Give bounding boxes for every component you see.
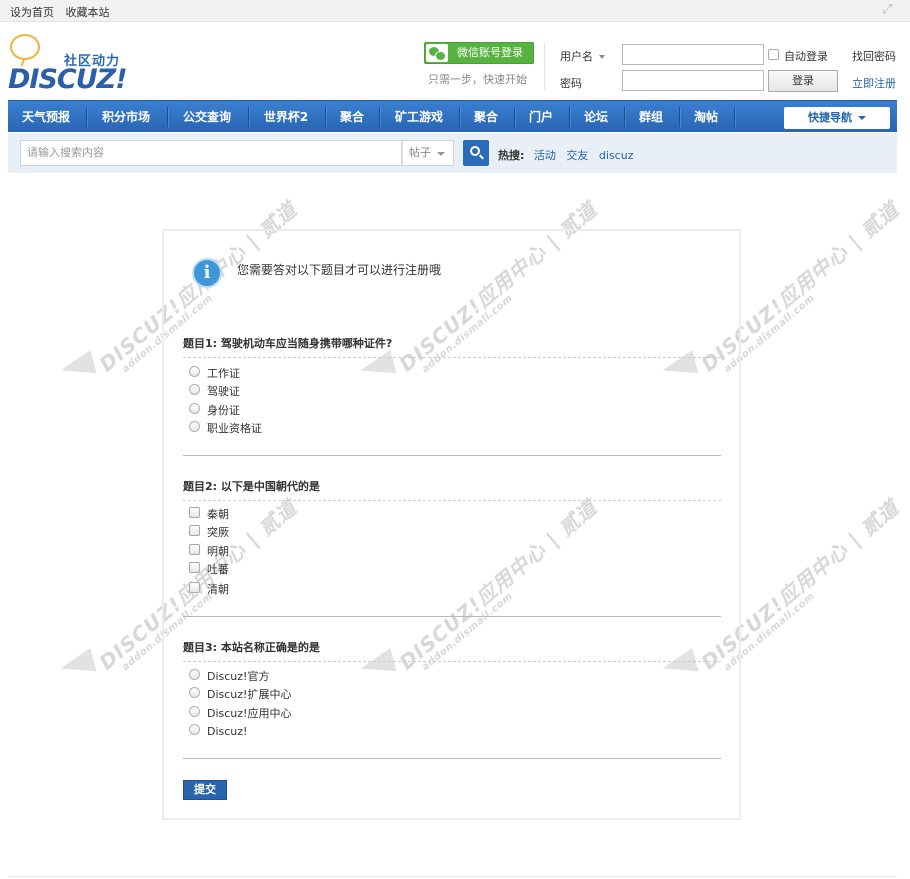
login-button[interactable]: 登录 [768, 70, 838, 92]
hot-search-label: 热搜: [498, 149, 525, 162]
header-divider [544, 42, 545, 90]
register-link[interactable]: 立即注册 [852, 75, 896, 91]
logo-brand: DISCUZ! [8, 64, 128, 95]
search-bar: 请输入搜索内容 帖子 热搜: 活动 交友 discuz [8, 133, 897, 173]
nav-item-points-market[interactable]: 积分市场 [88, 101, 164, 133]
question-title: 题目1: 驾驶机动车应当随身携带哪种证件? [183, 335, 721, 358]
checkbox[interactable] [189, 507, 200, 518]
radio-button[interactable] [189, 421, 200, 432]
search-type-select[interactable]: 帖子 [402, 140, 454, 166]
main-nav: 天气预报 积分市场 公交查询 世界杯2 聚合 矿工游戏 聚合 门户 论坛 群组 … [8, 100, 897, 132]
radio-button[interactable] [189, 669, 200, 680]
radio-button[interactable] [189, 366, 200, 377]
nav-item-forum[interactable]: 论坛 [571, 101, 621, 133]
auto-login-checkbox[interactable] [768, 49, 779, 60]
favorite-link[interactable]: 收藏本站 [66, 6, 110, 19]
top-links: 设为首页 收藏本站 [10, 4, 118, 20]
radio-button[interactable] [189, 724, 200, 735]
nav-item-aggregate-2[interactable]: 聚合 [461, 101, 511, 133]
watermark-arrow-icon [57, 350, 97, 382]
hot-keyword[interactable]: 活动 [534, 149, 556, 162]
notice-text: 您需要答对以下题目才可以进行注册哦 [237, 263, 442, 277]
search-input[interactable]: 请输入搜索内容 [20, 140, 402, 166]
register-question-panel: i 您需要答对以下题目才可以进行注册哦 题目1: 驾驶机动车应当随身携带哪种证件… [162, 229, 741, 820]
nav-item-weather[interactable]: 天气预报 [8, 101, 84, 133]
checkbox[interactable] [189, 582, 200, 593]
footer-divider [8, 876, 897, 877]
question-divider [183, 616, 721, 617]
radio-button[interactable] [189, 706, 200, 717]
username-label: 用户名 [560, 50, 593, 63]
nav-item-bus[interactable]: 公交查询 [169, 101, 245, 133]
nav-item-group[interactable]: 群组 [626, 101, 676, 133]
expand-icon[interactable]: ⤢ [882, 3, 896, 17]
search-button[interactable] [463, 140, 489, 166]
set-home-link[interactable]: 设为首页 [10, 6, 54, 19]
search-type-value: 帖子 [409, 146, 431, 159]
submit-button[interactable]: 提交 [183, 780, 227, 800]
site-logo[interactable]: 社区动力 DISCUZ! [8, 34, 138, 95]
chevron-down-icon [437, 152, 445, 156]
top-bar: 设为首页 收藏本站 ⤢ [0, 0, 910, 22]
wechat-login-button[interactable]: 微信账号登录 [424, 42, 534, 64]
wechat-login-label: 微信账号登录 [457, 46, 523, 59]
nav-item-worldcup[interactable]: 世界杯2 [250, 101, 322, 133]
quick-nav-button[interactable]: 快捷导航 [784, 107, 890, 129]
hot-keyword[interactable]: discuz [599, 149, 634, 162]
info-icon: i [192, 258, 222, 288]
watermark-arrow-icon [57, 648, 97, 680]
nav-item-aggregate-1[interactable]: 聚合 [327, 101, 377, 133]
nav-item-portal[interactable]: 门户 [516, 101, 566, 133]
wechat-tip: 只需一步，快速开始 [428, 73, 527, 86]
quick-nav-label: 快捷导航 [808, 111, 852, 124]
username-type-select[interactable]: 用户名 [560, 48, 605, 64]
checkbox[interactable] [189, 562, 200, 573]
hot-keyword[interactable]: 交友 [566, 149, 588, 162]
question-divider [183, 455, 721, 456]
hot-search: 热搜: 活动 交友 discuz [498, 147, 640, 163]
checkbox[interactable] [189, 525, 200, 536]
chevron-down-icon [599, 55, 605, 59]
radio-button[interactable] [189, 384, 200, 395]
radio-button[interactable] [189, 403, 200, 414]
auto-login-label[interactable]: 自动登录 [784, 48, 828, 64]
logo-cloud-icon [10, 34, 40, 60]
chevron-down-icon [858, 116, 866, 120]
question-divider [183, 758, 721, 759]
wechat-icon [426, 44, 448, 62]
nav-item-miner-game[interactable]: 矿工游戏 [381, 101, 457, 133]
question-title: 题目2: 以下是中国朝代的是 [183, 478, 721, 501]
password-input[interactable] [622, 70, 764, 91]
nav-item-collection[interactable]: 淘帖 [681, 101, 731, 133]
password-label: 密码 [560, 77, 582, 90]
question-title: 题目3: 本站名称正确是的是 [183, 639, 721, 662]
username-input[interactable] [622, 44, 764, 65]
radio-button[interactable] [189, 687, 200, 698]
forgot-password-link[interactable]: 找回密码 [852, 48, 896, 64]
checkbox[interactable] [189, 544, 200, 555]
